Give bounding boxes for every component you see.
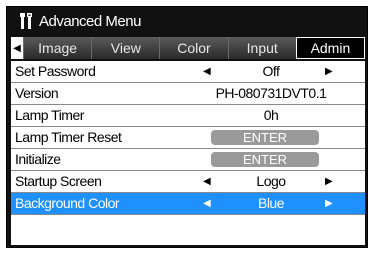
row-lamp-timer: Lamp Timer 0h (11, 105, 365, 127)
right-arrow-icon[interactable]: ▶ (325, 61, 333, 82)
lamp-timer-value: 0h (263, 107, 279, 123)
advanced-menu-window: Advanced Menu ◀ Image View Color Input A… (6, 6, 368, 248)
right-arrow-icon[interactable]: ▶ (325, 193, 333, 214)
row-label: Version (15, 85, 59, 101)
row-startup-screen[interactable]: Startup Screen ◀ Logo ▶ (11, 171, 365, 193)
row-initialize: Initialize ENTER (11, 149, 365, 171)
version-value: PH-080731DVT0.1 (215, 85, 327, 101)
settings-panel: Set Password ◀ Off ▶ Version PH-080731DV… (11, 61, 365, 245)
empty-row (11, 215, 365, 236)
tab-admin[interactable]: Admin (295, 37, 366, 59)
row-label: Background Color (15, 195, 120, 211)
row-label: Lamp Timer (15, 107, 84, 123)
row-label: Set Password (15, 63, 96, 79)
title-bar: Advanced Menu (7, 7, 367, 35)
menu-title: Advanced Menu (39, 12, 141, 30)
row-set-password[interactable]: Set Password ◀ Off ▶ (11, 61, 365, 83)
row-label: Startup Screen (15, 173, 102, 189)
lamp-timer-reset-button[interactable]: ENTER (211, 130, 319, 145)
right-arrow-icon[interactable]: ▶ (325, 171, 333, 192)
row-background-color[interactable]: Background Color ◀ Blue ▶ (11, 193, 365, 215)
left-arrow-icon[interactable]: ◀ (11, 37, 23, 59)
row-version: Version PH-080731DVT0.1 (11, 83, 365, 105)
tab-color[interactable]: Color (159, 37, 228, 59)
tab-bar: ◀ Image View Color Input Admin (11, 37, 366, 59)
tab-image[interactable]: Image (23, 37, 92, 59)
row-label: Lamp Timer Reset (15, 129, 122, 145)
tools-icon (17, 11, 37, 31)
tab-view[interactable]: View (91, 37, 160, 59)
row-lamp-timer-reset: Lamp Timer Reset ENTER (11, 127, 365, 149)
initialize-button[interactable]: ENTER (211, 152, 319, 167)
tab-input[interactable]: Input (227, 37, 296, 59)
row-label: Initialize (15, 151, 61, 167)
